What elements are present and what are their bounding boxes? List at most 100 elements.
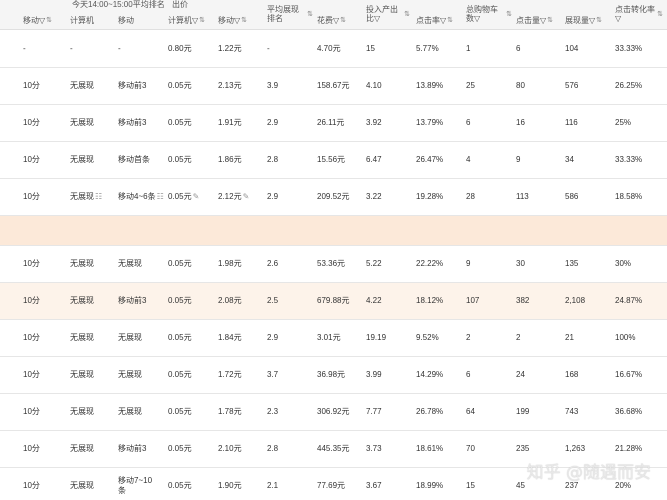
cell-c4: 2.12元 ✎ [218, 179, 264, 215]
cell-value: 1.86元 [218, 155, 242, 164]
column-header-c7[interactable]: 投入产出比▽ ⇅ [366, 3, 410, 25]
column-header-c1[interactable]: 计算机 [70, 16, 114, 25]
cell-c4: 2.13元 [218, 68, 264, 104]
cell-value: 3.22 [366, 192, 382, 201]
column-header-label: 点击率▽ [416, 16, 447, 25]
cell-c6: 3.01元 [317, 320, 363, 356]
column-header-c5[interactable]: 平均展现排名 ⇅ [267, 3, 313, 25]
column-header-c11[interactable]: 展现量▽ ⇅ [565, 16, 609, 25]
cell-c11: 104 [565, 31, 611, 67]
list-settings-icon[interactable]: ☷ [157, 192, 164, 202]
column-header-c12[interactable]: 点击转化率▽ ⇅ [615, 3, 663, 25]
column-header-c2[interactable]: 移动 [118, 16, 164, 25]
cell-value: 10分 [23, 118, 40, 127]
column-header-c8[interactable]: 点击率▽ ⇅ [416, 16, 460, 25]
cell-c5: 2.3 [267, 394, 315, 430]
cell-c5: - [267, 31, 315, 67]
sort-icon[interactable]: ⇅ [447, 16, 453, 25]
table-row[interactable]: 10分 无展现 ☷ 移动4~6条 ☷ 0.05元 ✎ 2.12元 ✎ 2.9 209.52元 3.22… [0, 179, 667, 216]
edit-pencil-icon[interactable]: ✎ [243, 192, 250, 202]
table-row[interactable]: 10分 无展现 移动前3 0.05元 1.91元 2.9 26.11元 3.92 13.79% 6… [0, 105, 667, 142]
cell-value: 576 [565, 81, 579, 90]
sort-icon[interactable]: ⇅ [596, 16, 602, 25]
column-header-c3[interactable]: 计算机▽ ⇅ [168, 16, 212, 25]
sort-icon[interactable]: ⇅ [46, 16, 52, 25]
cell-value: 4.22 [366, 296, 382, 305]
table-row[interactable]: 10分 无展现 无展现 0.05元 1.84元 2.9 3.01元 19.19 9.52% 2 2 2… [0, 320, 667, 357]
cell-value: 158.67元 [317, 81, 350, 90]
cell-value: 0.05元 [168, 407, 192, 416]
column-header-c10[interactable]: 点击量▽ ⇅ [516, 16, 560, 25]
cell-value: 无展现 [118, 370, 142, 379]
sort-icon[interactable]: ⇅ [241, 16, 247, 25]
cell-c6: 4.70元 [317, 31, 363, 67]
cell-c9: 28 [466, 179, 514, 215]
cell-c2: 无展现 [118, 357, 166, 393]
cell-c10: 199 [516, 394, 562, 430]
column-header-c0[interactable]: 移动▽ ⇅ [23, 16, 65, 25]
table-row[interactable]: 10分 无展现 无展现 0.05元 1.78元 2.3 306.92元 7.77 26.78% 6… [0, 394, 667, 431]
cell-value: 70 [466, 444, 475, 453]
cell-c7: 6.47 [366, 142, 412, 178]
header-group-time: 今天14:00~15:00平均排名 [72, 0, 165, 9]
cell-c9: 15 [466, 468, 514, 500]
sort-icon[interactable]: ⇅ [199, 16, 205, 25]
sort-icon[interactable]: ⇅ [506, 10, 512, 19]
table-row[interactable]: 10分 无展现 无展现 0.05元 1.72元 3.7 36.98元 3.99 14.29% 6 2… [0, 357, 667, 394]
cell-value: 无展现 [70, 481, 94, 490]
cell-value: 移动前3 [118, 296, 147, 305]
table-row-expanded[interactable] [0, 216, 667, 246]
list-settings-icon[interactable]: ☷ [95, 192, 102, 202]
cell-c12: 25% [615, 105, 665, 141]
cell-value: 1 [466, 44, 471, 53]
column-header-label: 展现量▽ [565, 16, 596, 25]
cell-value: 22.22% [416, 259, 444, 268]
sort-icon[interactable]: ⇅ [547, 16, 553, 25]
cell-c7: 3.22 [366, 179, 412, 215]
cell-c7: 3.99 [366, 357, 412, 393]
table-row[interactable]: - - - 0.80元 1.22元 - 4.70元 15 5.77% 1 6 104 33.33% [0, 31, 667, 68]
cell-value: 2.8 [267, 444, 279, 453]
cell-value: 199 [516, 407, 530, 416]
cell-c4: 2.08元 [218, 283, 264, 319]
cell-c9: 9 [466, 246, 514, 282]
cell-value: 30 [516, 259, 525, 268]
cell-c5: 3.9 [267, 68, 315, 104]
table-row[interactable]: 10分 无展现 移动前3 0.05元 2.08元 2.5 679.88元 4.22 18.12%… [0, 283, 667, 320]
cell-value: 无展现 [70, 370, 94, 379]
cell-value: 0.05元 [168, 259, 192, 268]
table-row[interactable]: 10分 无展现 移动首条 0.05元 1.86元 2.8 15.56元 6.47 26.47% 4… [0, 142, 667, 179]
sort-icon[interactable]: ⇅ [657, 10, 663, 19]
cell-c9 [466, 216, 514, 245]
cell-c2: 移动首条 [118, 142, 166, 178]
sort-icon[interactable]: ⇅ [340, 16, 346, 25]
cell-value: 10分 [23, 333, 40, 342]
cell-value: 15 [466, 481, 475, 490]
column-header-label: 计算机▽ [168, 16, 199, 25]
cell-value: 9 [466, 259, 471, 268]
cell-value: 0.05元 [168, 81, 192, 90]
sort-icon[interactable]: ⇅ [307, 10, 313, 19]
cell-c10: 382 [516, 283, 562, 319]
cell-c1 [70, 216, 116, 245]
column-header-c4[interactable]: 移动▽ ⇅ [218, 16, 262, 25]
cell-value: 14.29% [416, 370, 444, 379]
cell-c12 [615, 216, 665, 245]
sort-icon[interactable]: ⇅ [404, 10, 410, 19]
edit-pencil-icon[interactable]: ✎ [193, 192, 200, 202]
cell-value: 25 [466, 81, 475, 90]
cell-value: 无展现 [118, 407, 142, 416]
column-header-c9[interactable]: 总购物车数▽ ⇅ [466, 3, 512, 25]
cell-c10: 113 [516, 179, 562, 215]
table-row[interactable]: 10分 无展现 移动前3 0.05元 2.13元 3.9 158.67元 4.10 13.89%… [0, 68, 667, 105]
cell-c10: 2 [516, 320, 562, 356]
cell-value: 10分 [23, 81, 40, 90]
cell-value: 无展现 [70, 259, 94, 268]
cell-c1: 无展现 [70, 431, 116, 467]
table-header: 今天14:00~15:00平均排名 出价 移动▽ ⇅ 计算机 移动 计算机▽ ⇅ 移动▽ ⇅ 平… [0, 0, 667, 30]
column-header-c6[interactable]: 花费▽ ⇅ [317, 16, 361, 25]
cell-c11: 586 [565, 179, 611, 215]
cell-c7: 15 [366, 31, 412, 67]
cell-value: 113 [516, 192, 529, 201]
table-row[interactable]: 10分 无展现 无展现 0.05元 1.98元 2.6 53.36元 5.22 22.22% 9 3… [0, 246, 667, 283]
